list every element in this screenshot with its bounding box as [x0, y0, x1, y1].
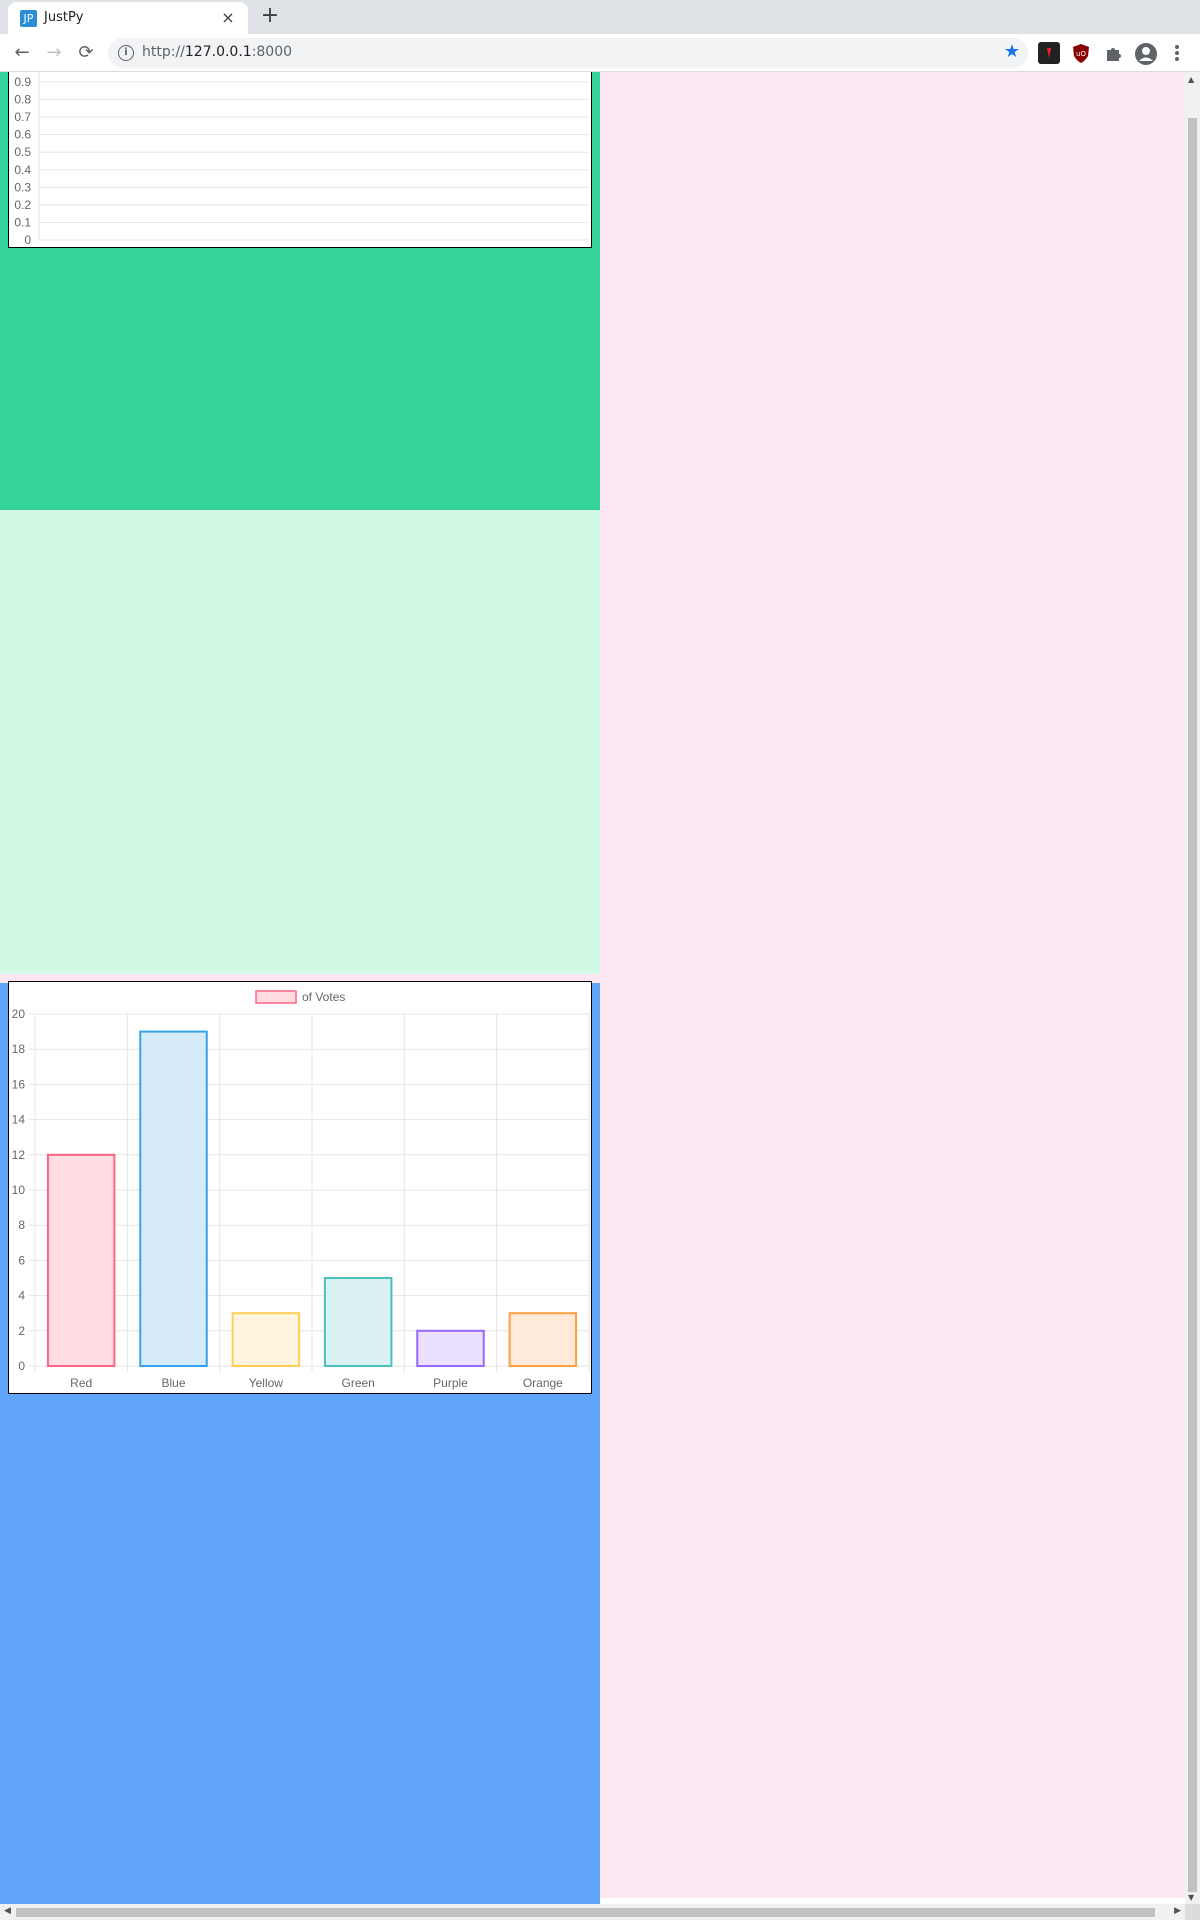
x-tick-label: Orange: [523, 1376, 563, 1390]
bar-green[interactable]: [323, 1277, 393, 1367]
bar-blue[interactable]: [139, 1030, 208, 1367]
new-tab-icon[interactable]: +: [258, 5, 282, 29]
green-section: 0.9 0.8 0.7 0.6 0.5 0.4 0.3 0.2 0.1 0: [0, 72, 600, 510]
y-tick-label: 10: [12, 1183, 26, 1197]
tab-strip: JP JustPy × +: [0, 0, 1200, 34]
y-tick-label: 0.7: [14, 110, 31, 124]
forward-icon[interactable]: →: [42, 41, 66, 65]
back-icon[interactable]: ←: [10, 41, 34, 65]
bar-chart-card: of Votes 20 18 16 14 12 10 8 6 4 2 0 Red Blue Yellow Gr…: [8, 981, 592, 1394]
page-viewport: 0.9 0.8 0.7 0.6 0.5 0.4 0.3 0.2 0.1 0 of Votes 20 1…: [0, 72, 1185, 1904]
site-info-icon[interactable]: i: [118, 45, 134, 61]
legend-label[interactable]: of Votes: [302, 990, 345, 1004]
bar-yellow[interactable]: [231, 1312, 301, 1368]
scrollbar-corner: [1185, 1904, 1200, 1920]
x-tick-label: Yellow: [249, 1376, 284, 1390]
vertical-scroll-thumb[interactable]: [1188, 118, 1197, 1892]
scroll-right-icon[interactable]: ▶: [1174, 1906, 1181, 1916]
bar-chart: of Votes20181614121086420Red Blue Yellow Gr…: [12, 990, 590, 1390]
y-tick-label: 0.3: [14, 180, 31, 194]
url-text[interactable]: http://127.0.0.1:8000: [142, 44, 292, 60]
y-tick-label: 0.8: [14, 93, 31, 107]
scroll-left-icon[interactable]: ◀: [4, 1906, 11, 1916]
y-tick-label: 2: [18, 1324, 25, 1338]
y-tick-label: 0.4: [14, 163, 31, 177]
bar-purple[interactable]: [416, 1329, 485, 1367]
y-tick-label: 6: [18, 1253, 25, 1267]
vertical-scrollbar[interactable]: ▲ ▼: [1185, 72, 1200, 1904]
profile-avatar-icon[interactable]: [1134, 42, 1157, 65]
bar-orange[interactable]: [508, 1312, 578, 1368]
x-tick-label: Blue: [161, 1376, 185, 1390]
justpy-favicon-icon: JP: [20, 10, 37, 27]
mint-section: [0, 510, 600, 974]
y-tick-label: 4: [18, 1289, 25, 1303]
y-tick-label: 0.1: [14, 215, 31, 229]
reload-icon[interactable]: ⟳: [74, 41, 98, 65]
y-tick-label: 0.9: [14, 75, 31, 89]
address-bar[interactable]: i http://127.0.0.1:8000 ★: [108, 38, 1028, 68]
right-column-pink: [600, 72, 1185, 1898]
x-tick-label: Purple: [433, 1376, 468, 1390]
browser-toolbar: ← → ⟳ i http://127.0.0.1:8000 ★ uO: [0, 34, 1200, 72]
close-tab-icon[interactable]: ×: [218, 8, 238, 28]
bookmark-star-icon[interactable]: ★: [1004, 41, 1020, 62]
y-tick-label: 14: [12, 1113, 26, 1127]
y-tick-label: 12: [12, 1148, 26, 1162]
y-tick-label: 8: [18, 1218, 25, 1232]
line-chart: 0.9 0.8 0.7 0.6 0.5 0.4 0.3 0.2 0.1 0: [14, 72, 589, 247]
y-tick-label: 0: [24, 233, 31, 247]
browser-menu-icon[interactable]: [1166, 42, 1188, 64]
svg-text:uO: uO: [1076, 50, 1086, 58]
legend-swatch[interactable]: [255, 990, 297, 1004]
y-tick-label: 0.2: [14, 198, 31, 212]
x-tick-label: Red: [70, 1376, 92, 1390]
browser-tab[interactable]: JP JustPy ×: [8, 2, 248, 34]
scroll-up-icon[interactable]: ▲: [1188, 75, 1194, 84]
y-tick-label: 20: [12, 1007, 26, 1021]
y-tick-label: 16: [12, 1077, 26, 1091]
left-column: 0.9 0.8 0.7 0.6 0.5 0.4 0.3 0.2 0.1 0 of Votes 20 1…: [0, 72, 600, 1904]
y-tick-label: 0.5: [14, 145, 31, 159]
extension-icon[interactable]: [1038, 42, 1060, 64]
line-chart-card: 0.9 0.8 0.7 0.6 0.5 0.4 0.3 0.2 0.1 0: [8, 72, 592, 248]
y-tick-label: 0.6: [14, 128, 31, 142]
y-tick-label: 18: [12, 1042, 26, 1056]
y-tick-label: 0: [18, 1359, 25, 1373]
extensions-puzzle-icon[interactable]: [1102, 42, 1124, 64]
horizontal-scroll-thumb[interactable]: [16, 1908, 1155, 1917]
horizontal-scrollbar[interactable]: ◀ ▶: [0, 1904, 1185, 1920]
x-tick-label: Green: [341, 1376, 374, 1390]
scroll-down-icon[interactable]: ▼: [1188, 1893, 1194, 1902]
bar-red[interactable]: [46, 1153, 116, 1367]
tab-title: JustPy: [44, 10, 84, 25]
ublock-icon[interactable]: uO: [1070, 42, 1092, 64]
